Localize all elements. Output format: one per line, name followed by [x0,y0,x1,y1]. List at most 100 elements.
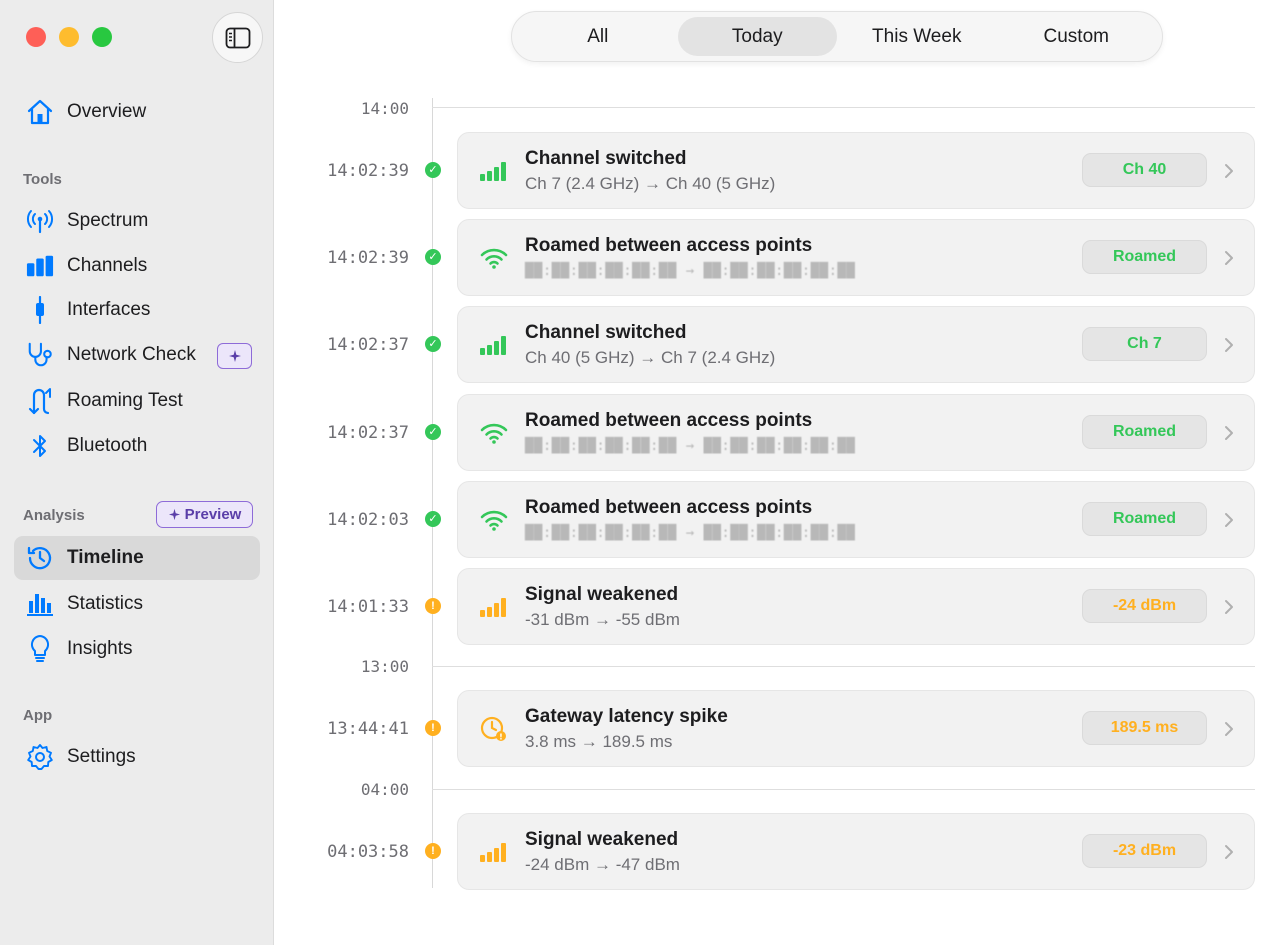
warning-status-dot: ! [425,598,441,614]
chevron-right-icon [1221,246,1237,270]
hour-label: 13:00 [360,657,409,676]
chevron-right-icon [1221,159,1237,183]
exclamation-icon: ! [431,844,435,857]
event-detail: Ch 40 (5 GHz) → Ch 7 (2.4 GHz) [525,348,776,367]
sidebar-toggle-button[interactable] [212,12,263,63]
segment-this-week[interactable]: This Week [837,17,997,56]
bluetooth-icon [26,432,54,460]
event-tag: -24 dBm [1082,589,1207,623]
sidebar-item-spectrum[interactable]: Spectrum [14,199,260,243]
sidebar-item-overview[interactable]: Overview [14,90,260,134]
sidebar-item-timeline[interactable]: Timeline [14,536,260,580]
signal-bars-icon [478,838,510,866]
event-tag: 189.5 ms [1082,711,1207,745]
interface-plug-icon [26,296,54,324]
sidebar: Overview Tools Spectrum Channels Interfa… [0,0,274,945]
event-time: 14:02:37 [327,335,409,355]
timeline-event-card[interactable]: Roamed between access points ██:██:██:██… [457,394,1255,471]
warning-status-dot: ! [425,843,441,859]
segment-today[interactable]: Today [677,17,837,56]
antenna-icon [26,207,54,235]
sidebar-item-label: Channels [67,255,148,276]
event-time: 14:02:37 [327,423,409,443]
event-time: 13:44:41 [327,719,409,739]
exclamation-icon: ! [431,721,435,734]
hour-divider [432,666,1255,667]
timeline-event-card[interactable]: Roamed between access points ██:██:██:██… [457,219,1255,296]
event-time: 04:03:58 [327,842,409,862]
timeline-event-card[interactable]: Channel switched Ch 40 (5 GHz) → Ch 7 (2… [457,306,1255,383]
roaming-arrows-icon [26,387,54,415]
event-detail: -31 dBm → -55 dBm [525,610,680,629]
sidebar-item-label: Overview [67,101,147,122]
sidebar-item-label: Spectrum [67,210,149,231]
sidebar-item-channels[interactable]: Channels [14,244,260,288]
event-detail-redacted: ██:██:██:██:██:██ → ██:██:██:██:██:██ [525,438,856,454]
sparkle-icon [168,508,180,521]
sidebar-item-bluetooth[interactable]: Bluetooth [14,424,260,468]
minimize-window-button[interactable] [59,27,79,47]
event-title: Channel switched [525,322,687,343]
checkmark-icon: ✓ [428,337,438,350]
sidebar-item-settings[interactable]: Settings [14,735,260,779]
preview-badge-label: Preview [184,506,242,523]
timeline-axis [432,98,433,888]
segment-custom[interactable]: Custom [997,17,1157,56]
sidebar-item-label: Timeline [67,547,144,568]
chevron-right-icon [1221,840,1237,864]
timeline-event-card[interactable]: Roamed between access points ██:██:██:██… [457,481,1255,558]
signal-bars-icon [478,157,510,185]
event-time: 14:02:03 [327,510,409,530]
date-range-segmented-control: All Today This Week Custom [511,11,1163,62]
ai-badge [217,343,252,369]
exclamation-icon: ! [431,599,435,612]
section-title-tools: Tools [23,171,62,188]
house-icon [26,98,54,126]
gear-icon [26,743,54,771]
event-tag: Ch 40 [1082,153,1207,187]
event-title: Roamed between access points [525,410,813,431]
chevron-right-icon [1221,508,1237,532]
timeline-event-card[interactable]: ! Gateway latency spike 3.8 ms → 189.5 m… [457,690,1255,767]
success-status-dot: ✓ [425,162,441,178]
checkmark-icon: ✓ [428,250,438,263]
event-title: Signal weakened [525,829,679,850]
sparkle-icon [228,350,241,362]
event-time: 14:02:39 [327,248,409,268]
success-status-dot: ✓ [425,336,441,352]
timeline-event-card[interactable]: Signal weakened -31 dBm → -55 dBm -24 dB… [457,568,1255,645]
hour-label: 04:00 [360,780,409,799]
timeline-event-card[interactable]: Signal weakened -24 dBm → -47 dBm -23 dB… [457,813,1255,890]
hour-label: 14:00 [360,99,409,118]
segment-all[interactable]: All [518,17,678,56]
sidebar-item-label: Statistics [67,593,144,614]
sidebar-item-label: Bluetooth [67,435,148,456]
event-title: Roamed between access points [525,497,813,518]
sidebar-item-roaming-test[interactable]: Roaming Test [14,379,260,423]
sidebar-item-label: Interfaces [67,299,151,320]
wifi-icon [478,419,510,447]
preview-badge: Preview [156,501,253,528]
sidebar-item-statistics[interactable]: Statistics [14,582,260,626]
event-detail: 3.8 ms → 189.5 ms [525,732,673,751]
sidebar-item-label: Insights [67,638,133,659]
clock-history-icon [26,544,54,572]
event-tag: Ch 7 [1082,327,1207,361]
sidebar-item-insights[interactable]: Insights [14,627,260,671]
checkmark-icon: ✓ [428,425,438,438]
zoom-window-button[interactable] [92,27,112,47]
close-window-button[interactable] [26,27,46,47]
hour-divider [432,107,1255,108]
lightbulb-icon [26,635,54,663]
wifi-icon [478,506,510,534]
latency-clock-icon: ! [478,715,510,743]
event-detail: Ch 7 (2.4 GHz) → Ch 40 (5 GHz) [525,174,776,193]
chevron-right-icon [1221,333,1237,357]
sidebar-item-label: Roaming Test [67,390,183,411]
chevron-right-icon [1221,717,1237,741]
sidebar-item-interfaces[interactable]: Interfaces [14,288,260,332]
sidebar-icon [225,27,250,48]
checkmark-icon: ✓ [428,163,438,176]
timeline-event-card[interactable]: Channel switched Ch 7 (2.4 GHz) → Ch 40 … [457,132,1255,209]
event-title: Signal weakened [525,584,679,605]
